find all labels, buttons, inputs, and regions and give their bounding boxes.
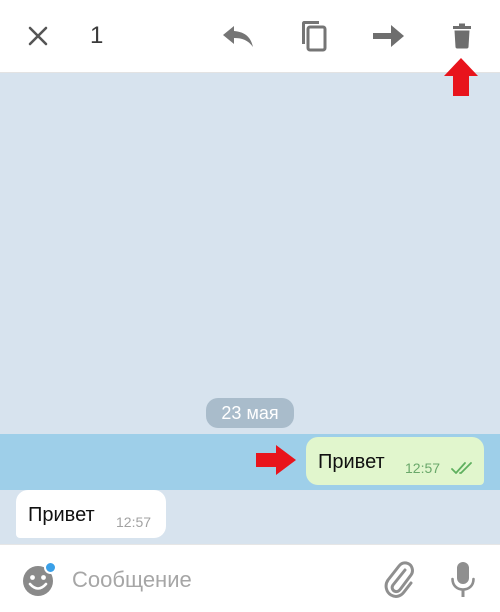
reply-icon — [223, 26, 253, 47]
annotation-arrow-up-icon — [444, 58, 478, 96]
attach-button[interactable] — [384, 561, 416, 599]
paperclip-icon — [384, 561, 414, 598]
reply-button[interactable] — [216, 14, 260, 58]
outgoing-message[interactable]: Привет 12:57 — [306, 437, 484, 485]
trash-icon — [453, 23, 471, 49]
message-composer — [0, 544, 500, 612]
copy-button[interactable] — [291, 14, 335, 58]
microphone-icon — [451, 562, 475, 597]
chat-screen: 1 23 мая Привет 12:57 Привет 12:57 Сообщ… — [0, 0, 500, 612]
annotation-arrow-right-icon — [256, 445, 296, 475]
close-selection-button[interactable] — [16, 14, 60, 58]
forward-button[interactable] — [366, 14, 410, 58]
message-input[interactable] — [72, 563, 352, 597]
message-list[interactable]: 23 мая Привет 12:57 Привет 12:57 — [0, 73, 500, 544]
double-check-icon — [451, 462, 472, 474]
message-text: Привет — [318, 451, 385, 473]
forward-icon — [373, 25, 404, 47]
date-separator: 23 мая — [206, 398, 294, 428]
delete-button[interactable] — [440, 14, 484, 58]
message-text: Привет — [28, 504, 95, 526]
incoming-message[interactable]: Привет 12:57 — [16, 490, 166, 538]
voice-record-button[interactable] — [450, 561, 476, 599]
message-time: 12:57 — [405, 460, 441, 476]
close-icon — [28, 26, 48, 46]
message-time: 12:57 — [116, 514, 152, 530]
notification-dot — [44, 561, 57, 574]
selected-count: 1 — [90, 22, 104, 49]
selection-toolbar: 1 — [0, 0, 500, 73]
copy-icon — [302, 21, 327, 52]
